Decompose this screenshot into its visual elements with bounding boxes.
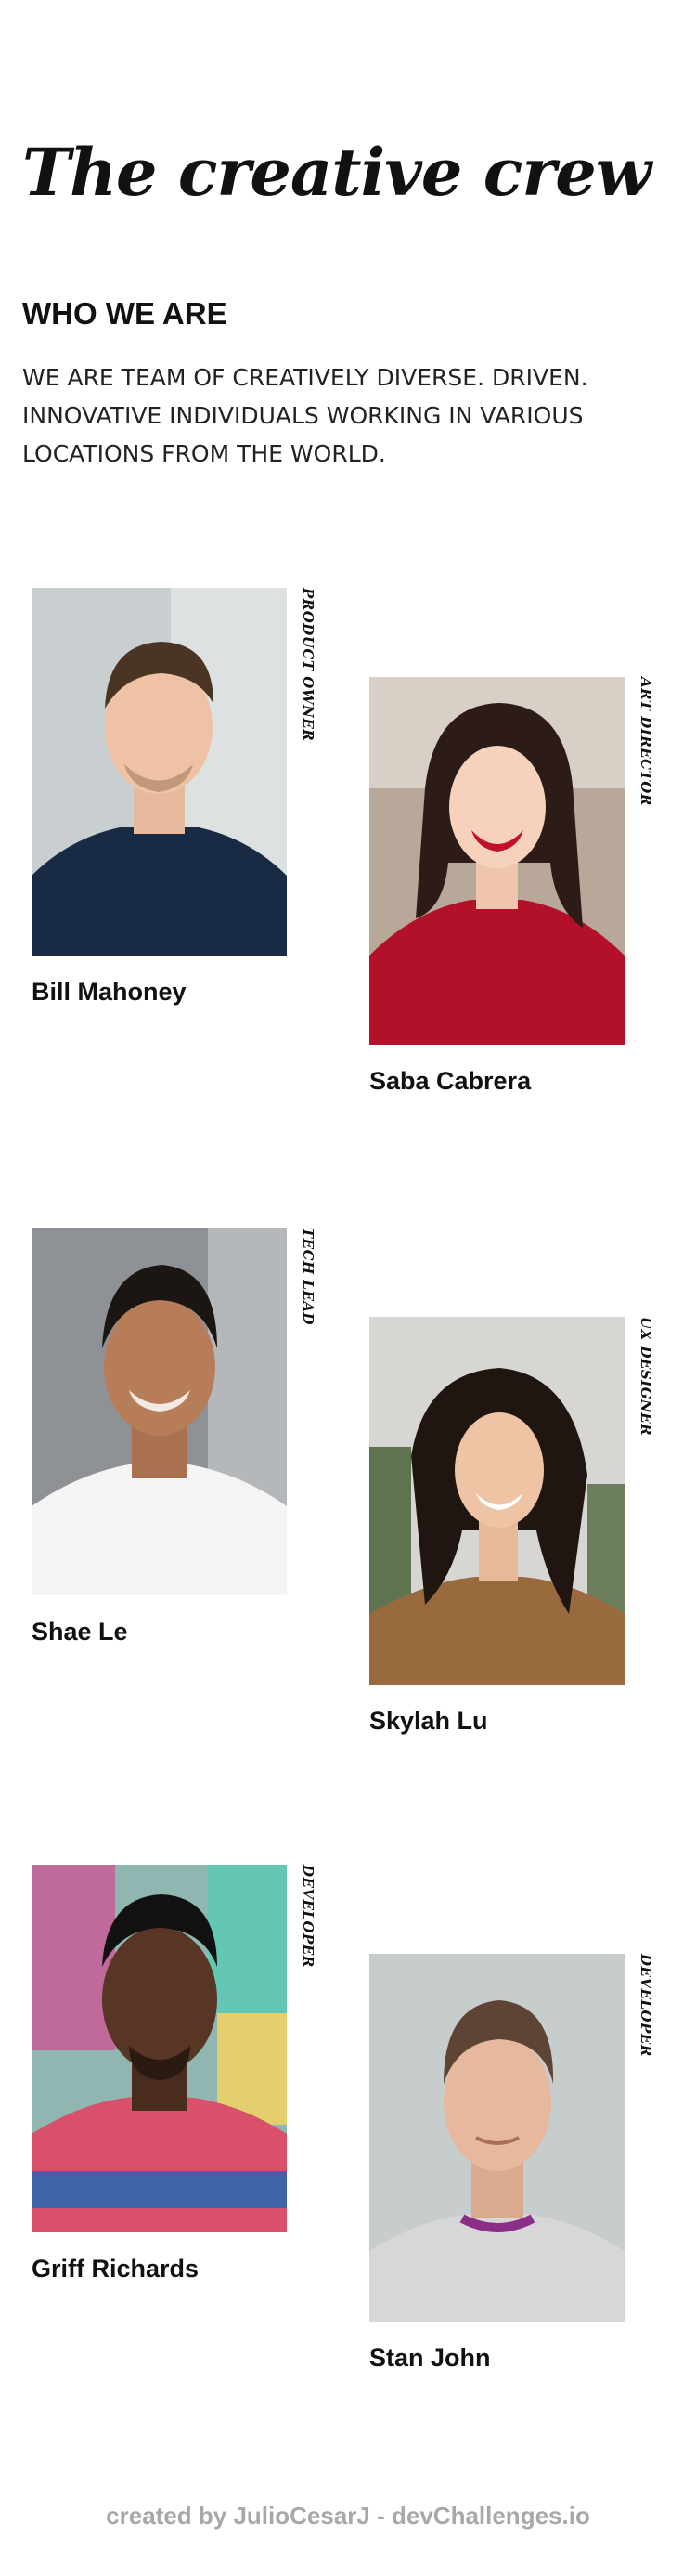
member-photo (32, 1865, 287, 2232)
member-photo (32, 1228, 287, 1595)
page-title: The creative crew (22, 134, 651, 211)
member-name: Saba Cabrera (369, 1067, 532, 1095)
member-photo (369, 1954, 625, 2322)
footer-prefix: created by (106, 2502, 227, 2530)
member-name: Stan John (369, 2344, 491, 2372)
member-photo (369, 1317, 625, 1685)
member-name: Griff Richards (32, 2255, 200, 2283)
member-photo (32, 588, 287, 956)
member-name: Skylah Lu (369, 1707, 488, 1735)
member-role: UX DESIGNER (638, 1317, 654, 1437)
author-link[interactable]: JulioCesarJ (233, 2502, 369, 2530)
footer-separator: - (369, 2502, 392, 2530)
member-role: PRODUCT OWNER (300, 588, 316, 742)
member-role: ART DIRECTOR (638, 677, 654, 806)
who-we-are-heading: WHO WE ARE (22, 296, 227, 331)
intro-text: WE ARE TEAM OF CREATIVELY DIVERSE. DRIVE… (22, 364, 588, 467)
member-photo (369, 677, 625, 1045)
devchallenges-link[interactable]: devChallenges.io (392, 2502, 590, 2530)
member-name: Bill Mahoney (32, 978, 187, 1006)
member-role: DEVELOPER (300, 1865, 316, 1968)
member-role: TECH LEAD (300, 1228, 316, 1326)
footer-credit: created by JulioCesarJ - devChallenges.i… (0, 2502, 696, 2530)
member-role: DEVELOPER (638, 1954, 654, 2057)
member-name: Shae Le (32, 1618, 128, 1646)
